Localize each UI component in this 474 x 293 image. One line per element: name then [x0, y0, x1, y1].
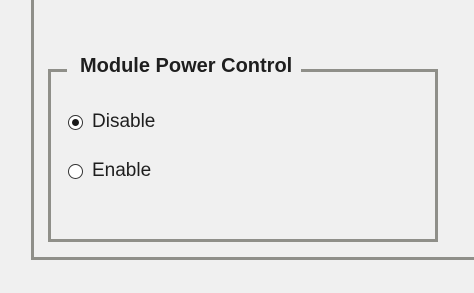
- disable-radio-button[interactable]: [68, 114, 83, 130]
- enable-radio-button[interactable]: [68, 163, 83, 179]
- groupbox-title: Module Power Control: [67, 53, 302, 79]
- settings-panel: Module Power Control Disable Enable: [0, 0, 474, 293]
- disable-radio-label[interactable]: Disable: [92, 110, 155, 134]
- enable-radio-label[interactable]: Enable: [92, 159, 151, 183]
- enable-radio-option[interactable]: Enable: [68, 158, 151, 184]
- disable-radio-option[interactable]: Disable: [68, 109, 155, 135]
- module-power-control-groupbox: [48, 69, 438, 242]
